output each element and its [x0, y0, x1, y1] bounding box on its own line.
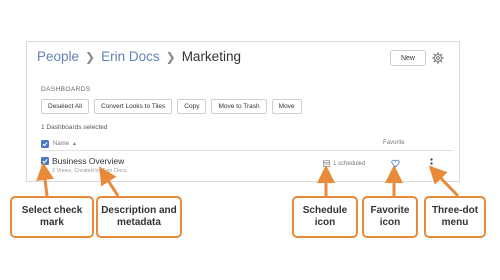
dashboards-panel: People ❯ Erin Docs ❯ Marketing New DASHB…	[26, 41, 460, 182]
convert-looks-button[interactable]: Convert Looks to Tiles	[93, 99, 173, 114]
gear-icon[interactable]	[432, 52, 444, 64]
dashboard-title-link[interactable]: Business Overview	[52, 156, 124, 166]
copy-button[interactable]: Copy	[177, 99, 207, 114]
section-label: DASHBOARDS	[41, 86, 91, 93]
favorite-column-header: Favorite	[383, 140, 405, 146]
chevron-right-icon: ❯	[165, 49, 176, 64]
breadcrumb-people[interactable]: People	[37, 49, 79, 64]
schedule-count: 1 scheduled	[333, 160, 366, 167]
callout-description-metadata: Description and metadata	[96, 196, 182, 238]
callout-select-check-mark: Select check mark	[10, 196, 94, 238]
row-select-checkbox[interactable]	[41, 157, 49, 165]
selected-count: 1 Dashboards selected	[41, 124, 108, 131]
bulk-action-bar: Deselect All Convert Looks to Tiles Copy…	[41, 99, 307, 114]
breadcrumb: People ❯ Erin Docs ❯ Marketing	[37, 49, 241, 64]
select-all-checkbox[interactable]	[41, 140, 49, 148]
name-column-header: Name ▲	[41, 140, 77, 148]
chevron-right-icon: ❯	[85, 49, 96, 64]
deselect-all-button[interactable]: Deselect All	[41, 99, 89, 114]
check-icon	[42, 159, 48, 164]
sort-asc-icon[interactable]: ▲	[72, 141, 77, 147]
header-divider	[41, 150, 453, 151]
callout-three-dot-menu: Three-dot menu	[424, 196, 486, 238]
name-column-label[interactable]: Name	[53, 141, 69, 147]
dashboard-metadata: 2 Views, Created by Erin Docs	[52, 168, 127, 174]
heart-icon[interactable]	[391, 159, 400, 168]
breadcrumb-erin-docs[interactable]: Erin Docs	[101, 49, 160, 64]
callout-schedule-icon: Schedule icon	[292, 196, 358, 238]
more-vertical-icon[interactable]	[430, 158, 433, 169]
move-to-trash-button[interactable]: Move to Trash	[211, 99, 267, 114]
callout-favorite-icon: Favorite icon	[362, 196, 418, 238]
move-button[interactable]: Move	[271, 99, 302, 114]
check-icon	[42, 142, 48, 147]
schedule-indicator[interactable]: 1 scheduled	[323, 160, 365, 167]
new-button[interactable]: New	[390, 50, 426, 66]
calendar-icon	[323, 160, 330, 167]
page-title: Marketing	[181, 49, 241, 64]
